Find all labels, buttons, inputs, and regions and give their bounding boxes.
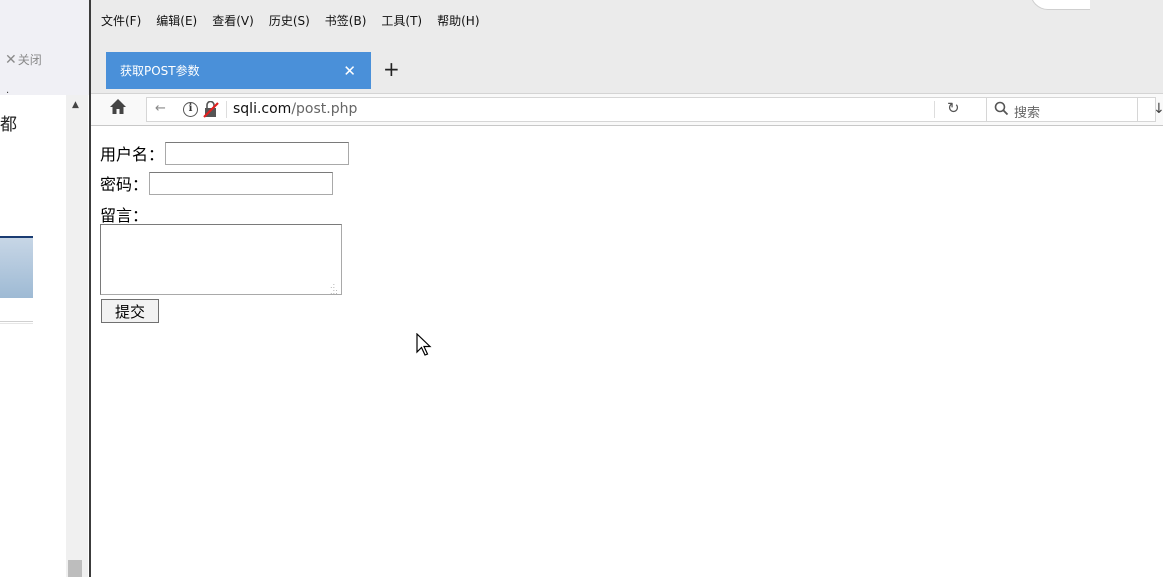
menu-help[interactable]: 帮助(H) <box>437 12 479 29</box>
browser-chrome: 文件(F) 编辑(E) 查看(V) 历史(S) 书签(B) 工具(T) 帮助(H… <box>91 0 1163 93</box>
menu-tools[interactable]: 工具(T) <box>381 12 422 29</box>
background-dot: · <box>6 88 10 99</box>
back-arrow-icon[interactable]: ← <box>155 101 166 116</box>
message-label: 留言： <box>100 206 149 225</box>
new-tab-button[interactable]: + <box>383 57 400 81</box>
background-scrollbar[interactable]: ▲ <box>66 95 88 577</box>
browser-window: 文件(F) 编辑(E) 查看(V) 历史(S) 书签(B) 工具(T) 帮助(H… <box>91 0 1163 577</box>
message-row: 留言： <box>100 202 148 226</box>
search-icon <box>994 101 1009 120</box>
scrollbar-thumb[interactable] <box>68 560 82 577</box>
background-close-button[interactable]: ✕关闭 <box>5 51 42 68</box>
mouse-cursor-icon <box>416 332 432 361</box>
background-thumbnail <box>0 236 33 298</box>
username-row: 用户名： <box>100 141 350 165</box>
background-divider <box>0 321 33 324</box>
password-label: 密码： <box>100 175 149 194</box>
background-window-strip: ✕关闭 · 都 ▲ <box>0 0 91 577</box>
url-host: sqli.com <box>233 101 292 117</box>
reload-icon[interactable]: ↻ <box>947 99 960 117</box>
info-icon[interactable]: i <box>183 102 198 117</box>
search-placeholder: 搜索 <box>1014 106 1041 121</box>
menu-bar: 文件(F) 编辑(E) 查看(V) 历史(S) 书签(B) 工具(T) 帮助(H… <box>91 0 495 40</box>
menu-view[interactable]: 查看(V) <box>212 12 254 29</box>
tab-title: 获取POST参数 <box>120 64 200 78</box>
url-separator-right <box>934 101 935 118</box>
menu-file[interactable]: 文件(F) <box>101 12 141 29</box>
background-partial-text: 都 <box>0 115 17 135</box>
home-icon[interactable] <box>109 98 129 118</box>
username-input[interactable] <box>165 141 350 165</box>
password-row: 密码： <box>100 171 334 195</box>
close-icon: ✕ <box>5 52 17 68</box>
url-separator <box>226 101 227 118</box>
submit-button[interactable]: 提交 <box>101 299 159 323</box>
url-text[interactable]: sqli.com/post.php <box>233 101 357 117</box>
resize-grip-icon[interactable]: .:.:: <box>330 282 338 296</box>
menu-edit[interactable]: 编辑(E) <box>156 12 197 29</box>
username-label: 用户名： <box>100 145 165 164</box>
search-box[interactable]: 搜索 <box>986 97 1138 122</box>
download-icon[interactable]: ↓ <box>1153 101 1163 117</box>
background-close-label: 关闭 <box>17 53 42 67</box>
menu-bookmarks[interactable]: 书签(B) <box>325 12 367 29</box>
tab-active[interactable]: 获取POST参数 ✕ <box>106 52 371 89</box>
url-path: /post.php <box>291 101 358 117</box>
insecure-lock-icon[interactable] <box>202 100 220 122</box>
menu-history[interactable]: 历史(S) <box>269 12 310 29</box>
page-content: 用户名： 密码： 留言： .:.:: 提交 <box>91 126 1163 577</box>
tab-close-icon[interactable]: ✕ <box>343 62 356 80</box>
scroll-up-arrow-icon[interactable]: ▲ <box>72 100 79 110</box>
message-textarea[interactable] <box>100 224 342 295</box>
background-window-header <box>0 0 90 95</box>
password-input[interactable] <box>149 171 334 195</box>
